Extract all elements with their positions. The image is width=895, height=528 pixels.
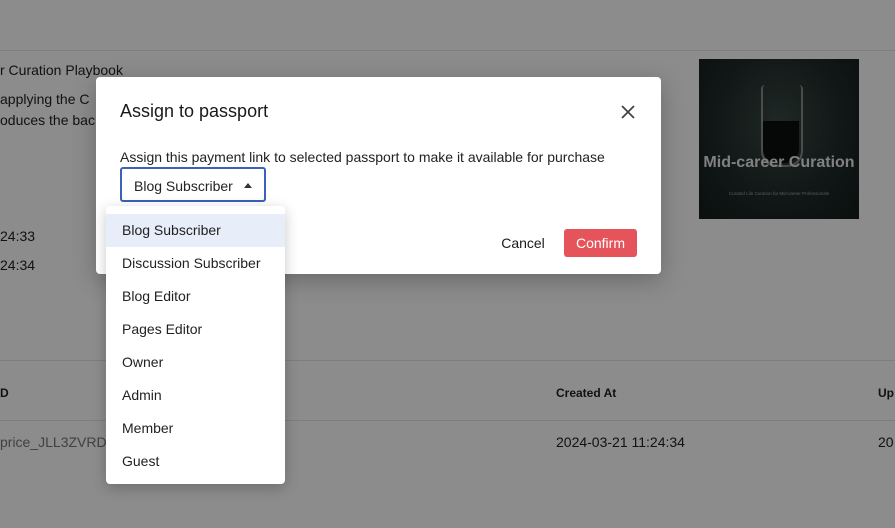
option-blog-editor[interactable]: Blog Editor xyxy=(106,280,285,313)
dialog-title: Assign to passport xyxy=(120,101,269,121)
option-discussion-subscriber[interactable]: Discussion Subscriber xyxy=(106,247,285,280)
close-icon[interactable] xyxy=(618,102,638,122)
passport-select[interactable]: Blog Subscriber xyxy=(120,167,266,202)
confirm-button[interactable]: Confirm xyxy=(564,229,637,257)
caret-up-icon xyxy=(244,183,252,188)
passport-options-dropdown: Blog Subscriber Discussion Subscriber Bl… xyxy=(106,206,285,484)
option-owner[interactable]: Owner xyxy=(106,346,285,379)
option-guest[interactable]: Guest xyxy=(106,445,285,478)
dialog-description: Assign this payment link to selected pas… xyxy=(120,149,605,165)
option-pages-editor[interactable]: Pages Editor xyxy=(106,313,285,346)
option-admin[interactable]: Admin xyxy=(106,379,285,412)
cancel-button[interactable]: Cancel xyxy=(492,229,554,257)
option-blog-subscriber[interactable]: Blog Subscriber xyxy=(106,214,285,247)
passport-select-value: Blog Subscriber xyxy=(134,178,233,194)
option-member[interactable]: Member xyxy=(106,412,285,445)
